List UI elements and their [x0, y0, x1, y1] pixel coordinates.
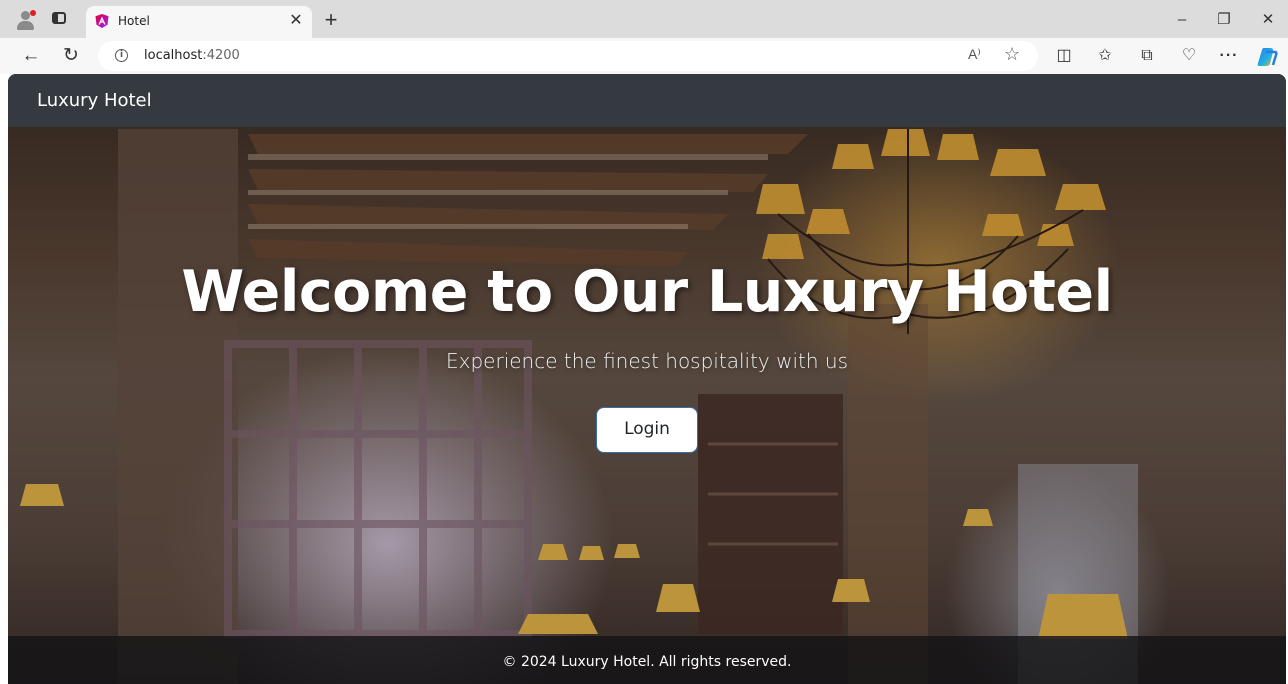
- angular-icon: [95, 14, 109, 28]
- close-tab-icon[interactable]: ✕: [286, 11, 306, 31]
- minimize-icon[interactable]: –: [1168, 8, 1196, 32]
- window-close-icon[interactable]: ✕: [1254, 8, 1282, 32]
- browser-tabstrip: Hotel ✕ + – ❐ ✕: [0, 0, 1288, 38]
- split-screen-icon[interactable]: ◫: [1052, 45, 1076, 67]
- navbar-brand[interactable]: Luxury Hotel: [37, 90, 152, 111]
- new-tab-icon[interactable]: +: [319, 9, 343, 33]
- hero-subtitle: Experience the finest hospitality with u…: [446, 349, 848, 373]
- hero-section: Welcome to Our Luxury Hotel Experience t…: [8, 127, 1286, 636]
- read-aloud-icon[interactable]: A⁾: [968, 46, 981, 63]
- more-icon[interactable]: ···: [1217, 45, 1241, 67]
- footer: © 2024 Luxury Hotel. All rights reserved…: [8, 636, 1286, 684]
- profile-icon[interactable]: [14, 9, 38, 31]
- reload-icon[interactable]: ↻: [58, 44, 84, 68]
- browser-tab[interactable]: Hotel ✕: [86, 6, 312, 38]
- login-button[interactable]: Login: [596, 407, 698, 453]
- tab-title: Hotel: [118, 14, 150, 28]
- add-favorite-icon[interactable]: ☆: [1004, 44, 1020, 65]
- url-text[interactable]: localhost:4200: [144, 48, 240, 63]
- collections-icon[interactable]: ⧉: [1135, 45, 1159, 67]
- hero-title: Welcome to Our Luxury Hotel: [181, 259, 1113, 325]
- site-info-icon[interactable]: i: [115, 49, 128, 62]
- browser-essentials-icon[interactable]: ♡: [1177, 45, 1201, 67]
- url-port: :4200: [202, 48, 240, 63]
- restore-icon[interactable]: ❐: [1210, 8, 1238, 32]
- navbar: Luxury Hotel: [8, 74, 1286, 127]
- copilot-icon[interactable]: [1255, 45, 1279, 69]
- footer-copyright: © 2024 Luxury Hotel. All rights reserved…: [502, 654, 792, 670]
- back-icon[interactable]: ←: [18, 44, 44, 68]
- url-host: localhost: [144, 48, 203, 63]
- page-viewport: Luxury Hotel Welcome to Our Luxury Hotel…: [8, 74, 1286, 684]
- tab-actions-icon[interactable]: [52, 12, 66, 24]
- address-bar[interactable]: i localhost:4200 A⁾ ☆: [98, 41, 1038, 71]
- favorites-icon[interactable]: ✩: [1093, 45, 1117, 67]
